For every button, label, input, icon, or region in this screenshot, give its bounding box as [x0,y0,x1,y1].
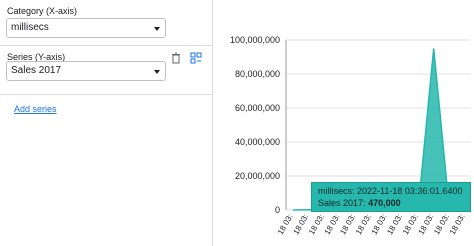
category-select-value: millisecs [11,22,49,33]
y-tick-label: 40,000,000 [235,137,280,147]
tooltip-series-value: 470,000 [368,198,401,208]
y-tick-label: 60,000,000 [235,103,280,113]
trash-icon[interactable] [170,52,182,64]
series-options-icon[interactable] [190,52,202,64]
x-axis: 18 03:18 03:18 03:18 03:18 03:18 03:18 0… [276,213,467,237]
y-axis: 100,000,000 80,000,000 60,000,000 40,000,00… [230,35,280,215]
tooltip-category-row: millisecs: 2022-11-18 03:36:01.6400 [318,185,464,197]
series-select-value: Sales 2017 [11,65,62,76]
chevron-down-icon [154,27,160,31]
chevron-down-icon [154,70,160,74]
tooltip-series-name: Sales 2017: [318,198,366,208]
series-select[interactable]: Sales 2017 [6,61,166,81]
y-tick-label: 80,000,000 [235,69,280,79]
chart-tooltip: millisecs: 2022-11-18 03:36:01.6400 Sale… [311,182,471,212]
add-series-link[interactable]: Add series [14,104,57,114]
category-label: Category (X-axis) [7,6,78,16]
y-tick-label: 20,000,000 [235,171,280,181]
tooltip-category-value: 2022-11-18 03:36:01.6400 [357,186,463,196]
y-tick-label: 100,000,000 [230,35,280,45]
tooltip-series-row: Sales 2017: 470,000 [318,197,464,209]
x-tick-label: 18 03: [448,213,467,237]
y-tick-label: 0 [275,205,280,215]
config-panel: Category (X-axis) millisecs Series (Y-ax… [0,0,212,246]
section-divider [0,45,212,46]
section-divider [0,94,212,95]
tooltip-category-name: millisecs: [318,186,355,196]
category-select[interactable]: millisecs [6,18,166,38]
